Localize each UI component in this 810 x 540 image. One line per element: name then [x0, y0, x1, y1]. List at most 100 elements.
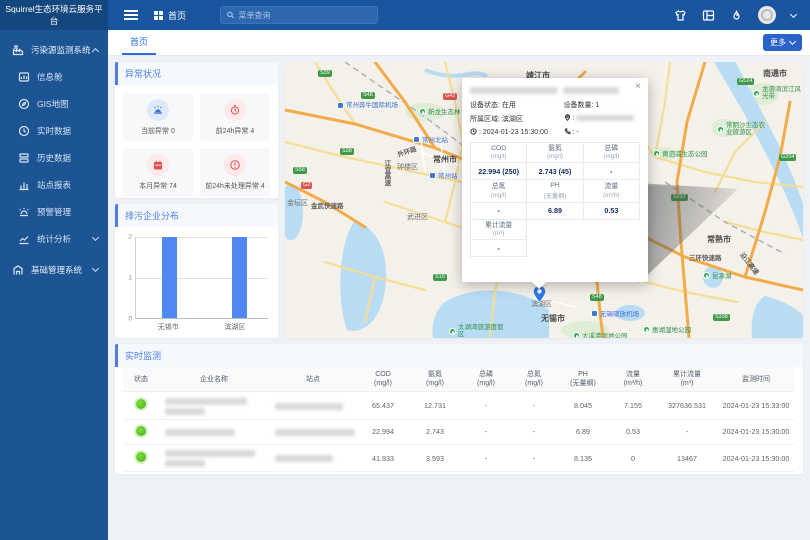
count-badge: 4 — [261, 183, 265, 190]
gis-map[interactable]: S39 S48 G42 S38 S58 G2 S19 S48 G524 G204… — [285, 62, 803, 338]
map-poi-green[interactable]: 惠湖湿地公园 — [643, 324, 691, 334]
park-marker-icon — [449, 328, 456, 335]
sidebar-item-statistics[interactable]: 统计分析 — [0, 225, 108, 252]
sidebar-item-alert-management[interactable]: 预警管理 — [0, 198, 108, 225]
database-icon — [18, 152, 30, 164]
phone: : - — [564, 128, 641, 136]
count-badge: 4 — [250, 128, 254, 135]
park-marker-icon — [643, 326, 650, 333]
menu-search — [220, 6, 378, 24]
bar-binhu — [232, 237, 247, 318]
road-badge: G42 — [443, 93, 457, 100]
siren-icon — [147, 99, 169, 121]
table-row[interactable]: 41.9333.593 -- 8.1350 134672024-01-23 15… — [123, 444, 795, 472]
sidebar-item-infocabin[interactable]: 信息舱 — [0, 63, 108, 90]
search-input[interactable] — [238, 11, 371, 20]
device-status: 设备状态: 在用 — [470, 100, 564, 110]
y-tick: 1 — [122, 275, 132, 282]
station-marker-icon — [429, 172, 436, 179]
map-poi-green[interactable]: 龙游湾滨江风光带 — [753, 86, 801, 100]
realtime-monitor-panel: 实时监测 状态 企业名称 站点 COD(mg/l) 氨氮(mg/l) 总磷(mg… — [115, 344, 803, 474]
map-poi-blue[interactable]: 常州北站 — [413, 134, 448, 144]
road-badge: S19 — [433, 274, 447, 281]
y-tick: 0 — [122, 316, 132, 323]
park-marker-icon — [717, 126, 724, 133]
road-badge: G2 — [301, 182, 312, 189]
redacted-text — [165, 460, 205, 467]
map-label-road: 三环快速路 — [689, 252, 722, 262]
redacted-text — [470, 87, 558, 94]
popup-metrics-table: COD(mg/l) 氨氮(mg/l) 总磷(mg/l) 22.994 (250)… — [470, 142, 640, 257]
app-title: Squirrel生态环境云服务平台 — [0, 0, 108, 30]
table-row[interactable]: 22.9942.743 -- 6.890.53 -2024-01-23 15:3… — [123, 419, 795, 444]
close-icon[interactable]: × — [635, 81, 641, 92]
address: : — [564, 114, 641, 124]
redacted-text — [275, 403, 343, 410]
redacted-text — [275, 429, 355, 436]
alarm-icon — [18, 206, 30, 218]
card-current-abnormal[interactable]: 当前异常 0 — [123, 93, 193, 141]
flame-icon[interactable] — [730, 9, 743, 22]
exclamation-circle-icon — [224, 154, 246, 176]
chevron-down-icon[interactable] — [790, 10, 797, 17]
count-badge: 74 — [169, 183, 177, 190]
theme-skin-icon[interactable] — [674, 9, 687, 22]
map-poi-green[interactable]: 昆承湖 — [703, 270, 732, 280]
map-poi-green[interactable]: 黄泗浦生态公园 — [653, 148, 708, 158]
map-label-city: 南通市 — [763, 68, 787, 79]
menu-toggle-icon[interactable] — [124, 10, 138, 20]
chevron-down-icon — [92, 264, 99, 271]
tab-bar: 首页 更多 — [108, 30, 810, 56]
sidebar-item-site-report[interactable]: 站点报表 — [0, 171, 108, 198]
station-marker-icon — [413, 136, 420, 143]
count-badge: 0 — [171, 128, 175, 135]
redacted-text — [165, 429, 235, 436]
breadcrumb-home[interactable]: 首页 — [154, 9, 186, 22]
sidebar-group-pollution-monitor[interactable]: 污染源监测系统 — [0, 36, 108, 63]
card-24h-unhandled-abnormal[interactable]: 前24h未处理异常 4 — [200, 148, 270, 196]
user-avatar[interactable] — [758, 6, 776, 24]
calendar-icon — [147, 154, 169, 176]
park-marker-icon — [753, 90, 760, 97]
map-poi-blue[interactable]: 常州奔牛国际机场 — [337, 102, 398, 109]
device-count: 设备数量: 1 — [564, 100, 641, 110]
map-poi-green[interactable]: 大溪港湿地公园 — [573, 330, 628, 338]
sidebar-item-history-data[interactable]: 历史数据 — [0, 144, 108, 171]
road-badge: S39 — [318, 70, 332, 77]
card-month-abnormal[interactable]: 本月异常 74 — [123, 148, 193, 196]
search-icon — [227, 11, 234, 19]
redacted-text — [165, 398, 247, 405]
map-poi-blue[interactable]: 无锡硕放机场 — [591, 308, 639, 318]
chevron-up-icon — [92, 47, 99, 54]
road-badge: S38 — [340, 148, 354, 155]
enterprise-distribution-panel: 排污企业分布 2 1 0 无锡市 滨湖区 — [115, 204, 278, 338]
more-button[interactable]: 更多 — [763, 34, 802, 51]
map-label-city: 常州市 — [433, 154, 457, 165]
map-poi-green[interactable]: 新龙生态林 — [419, 106, 461, 116]
panel-title: 排污企业分布 — [115, 204, 278, 227]
redacted-text — [576, 115, 634, 121]
status-dot-green — [136, 399, 146, 409]
airport-marker-icon — [337, 102, 344, 109]
redacted-text — [275, 455, 333, 462]
main-content: 异常状况 当前异常 0 前24h异常 4 本月异常 74 前24h未处理异常 4… — [108, 56, 810, 540]
layout-icon[interactable] — [702, 9, 715, 22]
map-poi-green[interactable]: 常阴沙生态农业旅游区 — [717, 122, 771, 136]
table-row[interactable]: 65.43712.731 -- 8.0457.155 327636.531202… — [123, 392, 795, 420]
site-info-popup: × 设备状态: 在用 设备数量: 1 所属区域: 滨湖区 : : 2024-01… — [462, 78, 648, 282]
clock-icon — [470, 128, 477, 135]
building-icon — [12, 264, 24, 276]
map-poi-blue[interactable]: 常州站 — [429, 170, 458, 180]
sidebar-group-basic-management[interactable]: 基础管理系统 — [0, 256, 108, 283]
tab-home[interactable]: 首页 — [122, 30, 156, 55]
card-24h-abnormal[interactable]: 前24h异常 4 — [200, 93, 270, 141]
bar-chart-icon — [18, 179, 30, 191]
sidebar-item-realtime-data[interactable]: 实时数据 — [0, 117, 108, 144]
sidebar-item-gis-map[interactable]: GIS地图 — [0, 90, 108, 117]
bar-chart: 2 1 0 — [135, 237, 268, 319]
monitor-time: : 2024-01-23 15:30:00 — [470, 128, 564, 136]
map-poi-green[interactable]: 太湖湾旅游度假区 — [449, 324, 509, 338]
map-label-road: 江宜高速 — [381, 160, 391, 186]
status-dot-green — [136, 452, 146, 462]
y-tick: 2 — [122, 234, 132, 241]
